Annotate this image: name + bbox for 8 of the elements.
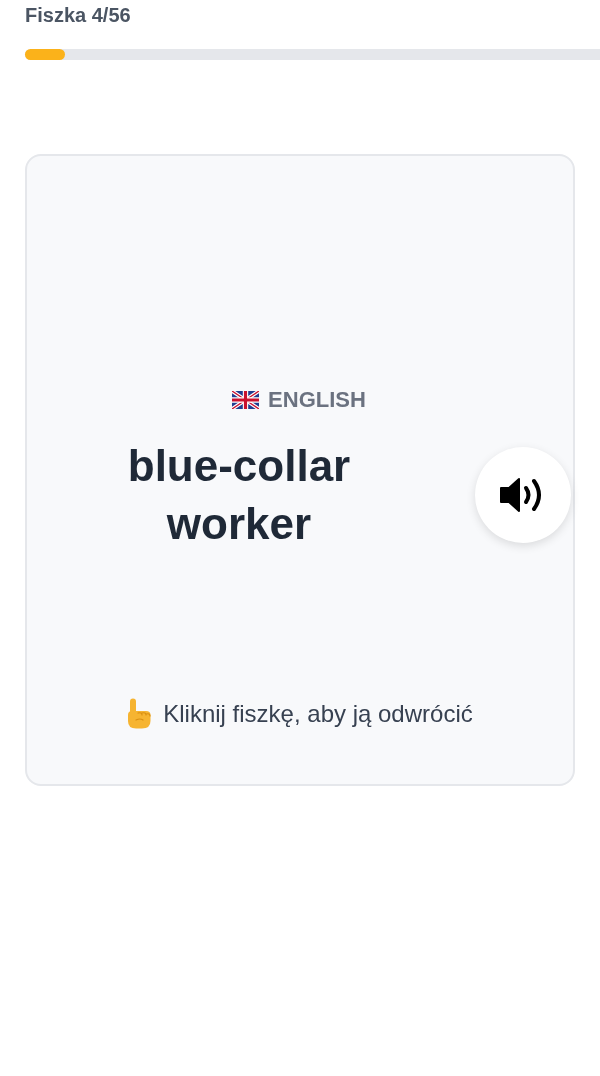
flag-icon [232,390,260,409]
language-label: ENGLISH [268,387,366,412]
speaker-button[interactable] [475,446,571,543]
pointing-hand-icon [127,698,152,729]
flashcard[interactable]: ENGLISH blue-collar worker Kliknij fiszkę, aby ją odwrócić [25,154,575,786]
card-counter: Fiszka 4/56 [25,3,131,27]
flashcard-word: blue-collar worker [126,439,352,550]
flip-hint: Kliknij fiszkę, aby ją odwrócić [163,698,473,729]
